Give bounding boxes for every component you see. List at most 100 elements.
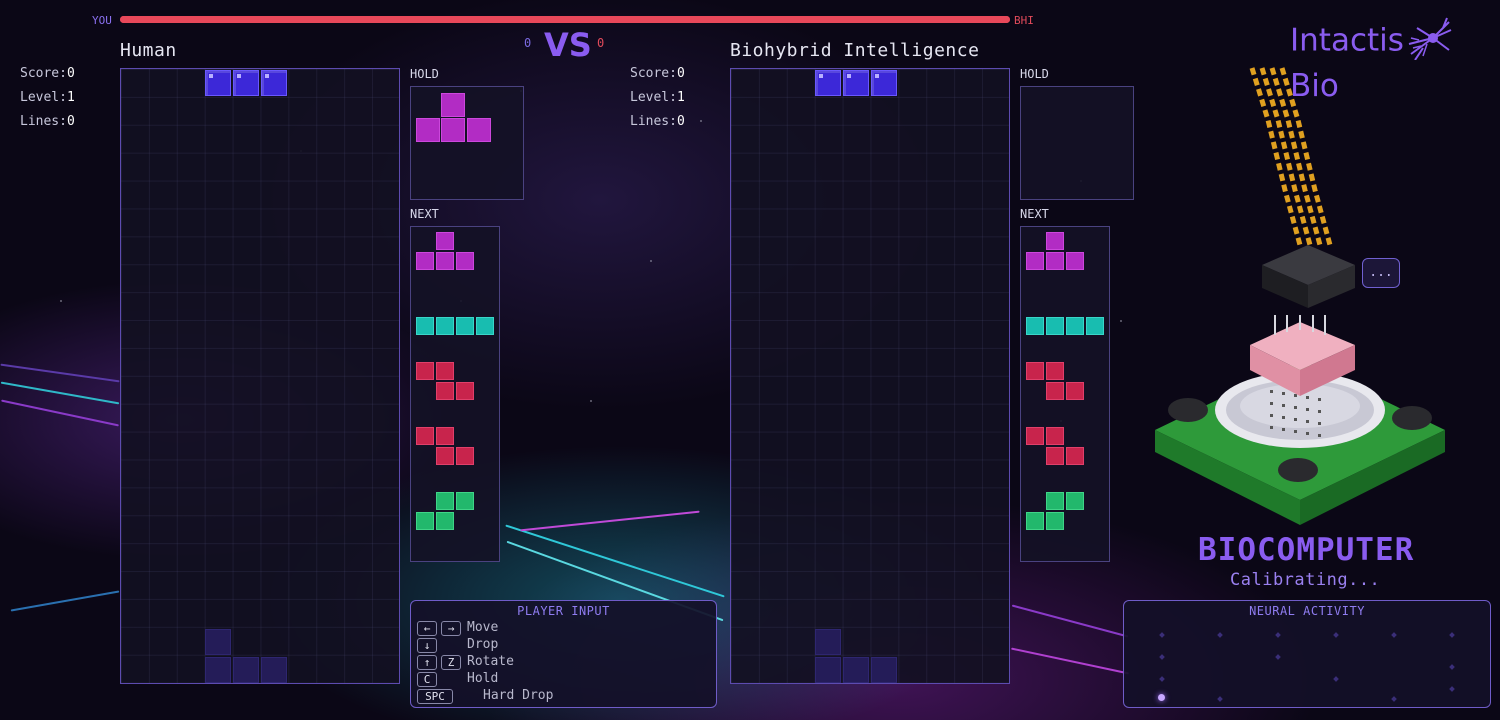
human-board (120, 68, 400, 684)
next-piece-block (1046, 427, 1064, 445)
next-piece-block (1066, 447, 1084, 465)
human-score-value: 0 (66, 66, 75, 81)
next-piece-block (1026, 317, 1044, 335)
bhi-label: BHI (1014, 14, 1034, 27)
vs-label: VS (544, 26, 592, 64)
next-piece-block (1046, 232, 1064, 250)
electrode-dot (1159, 654, 1165, 660)
player-input-title: PLAYER INPUT (517, 604, 610, 618)
health-bar (120, 16, 1010, 23)
bhi-hold-box (1020, 86, 1134, 200)
human-hold-box (410, 86, 524, 200)
electrode-dot (1159, 632, 1165, 638)
human-next-label: NEXT (410, 207, 439, 221)
active-electrode-dot (1158, 694, 1165, 701)
hold-piece-block (467, 118, 491, 142)
electrode-dot (1217, 696, 1223, 702)
next-piece-block (1046, 252, 1064, 270)
you-label: YOU (92, 14, 112, 27)
speech-bubble: ... (1362, 258, 1400, 288)
z-key[interactable]: Z (441, 655, 461, 670)
bhi-vs-score: 0 (597, 36, 605, 50)
human-player-name: Human (120, 40, 177, 61)
bhi-next-label: NEXT (1020, 207, 1049, 221)
next-piece-block (456, 382, 474, 400)
electrode-dot (1449, 664, 1455, 670)
ghost-piece-block (871, 657, 897, 683)
next-piece-block (1046, 317, 1064, 335)
next-piece-block (1046, 447, 1064, 465)
hold-piece-block (441, 93, 465, 117)
next-piece-block (436, 232, 454, 250)
next-piece-block (436, 427, 454, 445)
human-next-queue (410, 226, 500, 562)
bhi-score-value: 0 (676, 66, 685, 81)
electrode-dot (1449, 632, 1455, 638)
logo-text-left: Intactis (1290, 22, 1404, 59)
human-lines-value: 0 (66, 114, 75, 129)
next-piece-block (1066, 382, 1084, 400)
next-piece-block (416, 252, 434, 270)
electrode-dot (1217, 632, 1223, 638)
c-key[interactable]: C (417, 672, 437, 687)
next-piece-block (456, 447, 474, 465)
next-piece-block (1026, 362, 1044, 380)
next-piece-block (1046, 512, 1064, 530)
electrode-dot (1391, 696, 1397, 702)
next-piece-block (1046, 362, 1064, 380)
hard-drop-label: Hard Drop (483, 688, 554, 703)
down-arrow-key[interactable]: ↓ (417, 638, 437, 653)
next-piece-block (1026, 427, 1044, 445)
next-piece-block (1046, 382, 1064, 400)
score-label: Score: (20, 66, 67, 81)
hold-piece-block (416, 118, 440, 142)
hold-piece-block (441, 118, 465, 142)
up-arrow-key[interactable]: ↑ (417, 655, 437, 670)
next-piece-block (436, 382, 454, 400)
health-bar-fill (120, 16, 1010, 23)
human-vs-score: 0 (524, 36, 532, 50)
next-piece-block (436, 447, 454, 465)
next-piece-block (1086, 317, 1104, 335)
next-piece-block (416, 427, 434, 445)
next-piece-block (476, 317, 494, 335)
next-piece-block (416, 317, 434, 335)
ghost-piece-block (261, 657, 287, 683)
electrode-dot (1275, 654, 1281, 660)
electrode-dot (1333, 676, 1339, 682)
ghost-piece-block (233, 657, 259, 683)
neural-activity-panel: NEURAL ACTIVITY (1123, 600, 1491, 708)
score-label: Score: (630, 66, 677, 81)
lines-label: Lines: (20, 114, 67, 129)
next-piece-block (416, 362, 434, 380)
left-arrow-key[interactable]: ← (417, 621, 437, 636)
bhi-level-value: 1 (676, 90, 685, 105)
move-label: Move (467, 620, 499, 635)
active-piece-block (205, 70, 231, 96)
next-piece-block (436, 512, 454, 530)
active-piece-block (815, 70, 841, 96)
next-piece-block (1026, 512, 1044, 530)
biocomputer-illustration (1155, 67, 1445, 525)
active-piece-block (261, 70, 287, 96)
drop-label: Drop (467, 637, 499, 652)
bhi-board (730, 68, 1010, 684)
ghost-piece-block (843, 657, 869, 683)
next-piece-block (456, 492, 474, 510)
bhi-lines-value: 0 (676, 114, 685, 129)
electrode-dot (1159, 676, 1165, 682)
next-piece-block (436, 252, 454, 270)
ghost-piece-block (205, 657, 231, 683)
next-piece-block (456, 317, 474, 335)
next-piece-block (416, 512, 434, 530)
next-piece-block (1066, 317, 1084, 335)
next-piece-block (1026, 252, 1044, 270)
bhi-hold-label: HOLD (1020, 67, 1049, 81)
level-label: Level: (630, 90, 677, 105)
right-arrow-key[interactable]: → (441, 621, 461, 636)
next-piece-block (456, 252, 474, 270)
ghost-piece-block (205, 629, 231, 655)
next-piece-block (436, 362, 454, 380)
space-key[interactable]: SPC (417, 689, 453, 704)
biocomputer-title: BIOCOMPUTER (1198, 532, 1415, 568)
